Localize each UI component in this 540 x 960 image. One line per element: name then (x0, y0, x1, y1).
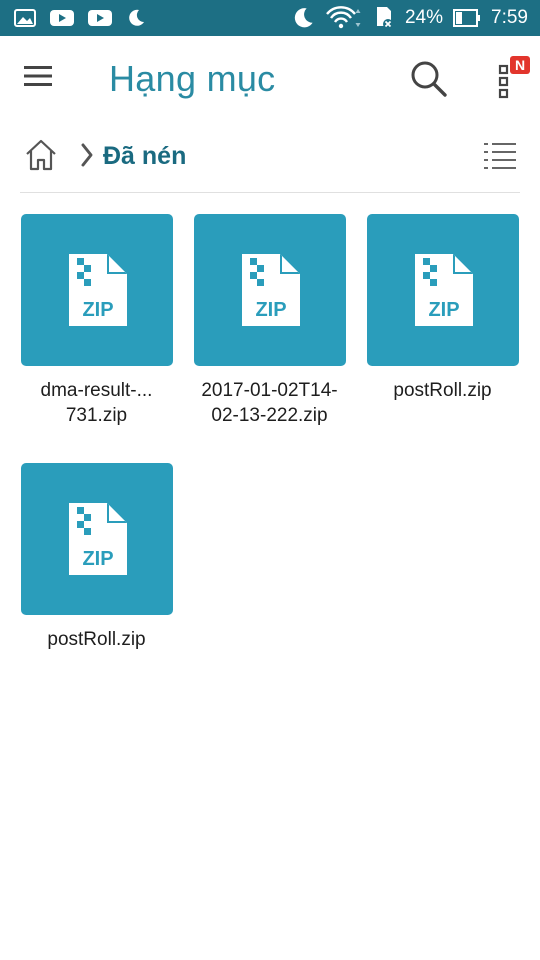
file-name: 2017-01-02T14- 02-13-222.zip (201, 380, 338, 426)
file-item[interactable]: ZIP dma-result-... 731.zip (10, 214, 183, 428)
battery-icon (453, 8, 481, 28)
svg-text:ZIP: ZIP (428, 299, 459, 321)
file-item[interactable]: ZIP postRoll.zip (10, 463, 183, 652)
file-thumbnail: ZIP (193, 214, 346, 366)
zip-file-icon: ZIP (414, 254, 473, 326)
chevron-right-icon (80, 142, 94, 168)
page-title: Hạng mục (109, 58, 276, 99)
youtube-icon (88, 9, 112, 27)
svg-text:ZIP: ZIP (82, 548, 113, 570)
zip-file-icon: ZIP (68, 254, 127, 326)
view-toggle-button[interactable] (483, 140, 517, 170)
file-thumbnail: ZIP (366, 214, 519, 366)
notification-icons (14, 7, 146, 29)
home-button[interactable] (24, 138, 58, 172)
file-name: postRoll.zip (393, 380, 492, 401)
file-thumbnail: ZIP (20, 463, 173, 615)
home-icon (24, 139, 58, 176)
zip-file-icon: ZIP (68, 503, 127, 575)
svg-text:ZIP: ZIP (82, 299, 113, 321)
file-item[interactable]: ZIP 2017-01-02T14- 02-13-222.zip (183, 214, 356, 428)
svg-text:ZIP: ZIP (255, 299, 286, 321)
search-button[interactable] (408, 58, 450, 100)
moon-icon (291, 6, 315, 30)
file-item[interactable]: ZIP postRoll.zip (356, 214, 529, 403)
clock: 7:59 (491, 7, 528, 28)
list-view-icon (483, 143, 517, 174)
menu-button[interactable] (22, 64, 58, 94)
wifi-icon (325, 6, 363, 30)
more-options-button[interactable]: N (492, 56, 530, 100)
sd-card-error-icon (373, 6, 395, 30)
system-icons: 24% 7:59 (291, 6, 528, 30)
file-name: postRoll.zip (47, 629, 146, 650)
file-name: dma-result-... 731.zip (40, 380, 153, 426)
moon-icon (126, 8, 146, 28)
file-thumbnail: ZIP (20, 214, 173, 366)
app-bar: Hạng mục N (0, 36, 540, 122)
hamburger-icon (22, 66, 54, 92)
new-badge: N (510, 56, 530, 74)
breadcrumb: Đã nén (0, 130, 540, 186)
youtube-icon (50, 9, 74, 27)
search-icon (408, 61, 450, 104)
status-bar: 24% 7:59 (0, 0, 540, 36)
divider (20, 192, 520, 193)
gallery-icon (14, 9, 36, 27)
battery-percent: 24% (404, 7, 444, 28)
breadcrumb-current[interactable]: Đã nén (103, 142, 186, 171)
zip-file-icon: ZIP (241, 254, 300, 326)
